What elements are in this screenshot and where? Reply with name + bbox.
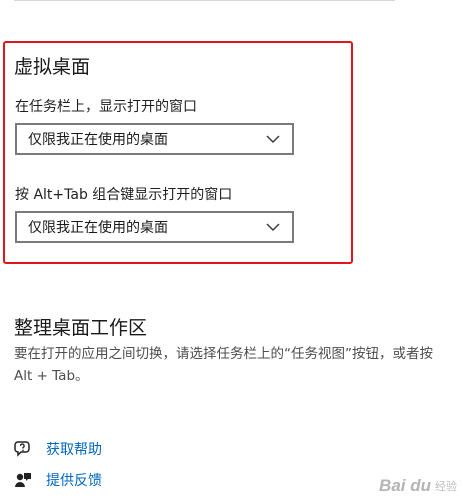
get-help-link[interactable]: 获取帮助 [14, 439, 102, 459]
taskbar-windows-label: 在任务栏上，显示打开的窗口 [15, 99, 197, 115]
watermark-sub: 经验 [435, 480, 457, 493]
taskbar-windows-value: 仅限我正在使用的桌面 [28, 132, 168, 148]
feedback-person-icon [15, 473, 31, 487]
watermark-logo: Bai du [379, 476, 431, 495]
chevron-down-icon [266, 135, 280, 143]
baidu-watermark: Bai du 经验 [379, 476, 457, 496]
divider [14, 0, 395, 1]
help-chat-icon [14, 441, 30, 457]
workspace-description: 要在打开的应用之间切换，请选择任务栏上的“任务视图”按钮，或者按 Alt + T… [14, 346, 433, 384]
settings-page: 虚拟桌面 在任务栏上，显示打开的窗口 仅限我正在使用的桌面 按 Alt+Tab … [0, 0, 463, 502]
workspace-title: 整理桌面工作区 [14, 317, 148, 339]
feedback-label: 提供反馈 [46, 473, 102, 489]
alttab-windows-label: 按 Alt+Tab 组合键显示打开的窗口 [15, 187, 233, 203]
alttab-windows-dropdown[interactable]: 仅限我正在使用的桌面 [15, 211, 294, 243]
alttab-windows-value: 仅限我正在使用的桌面 [28, 220, 168, 236]
chevron-down-icon [266, 223, 280, 231]
get-help-label: 获取帮助 [46, 442, 102, 458]
feedback-link[interactable]: 提供反馈 [14, 470, 102, 490]
virtual-desktops-title: 虚拟桌面 [14, 56, 91, 78]
taskbar-windows-dropdown[interactable]: 仅限我正在使用的桌面 [15, 123, 294, 155]
